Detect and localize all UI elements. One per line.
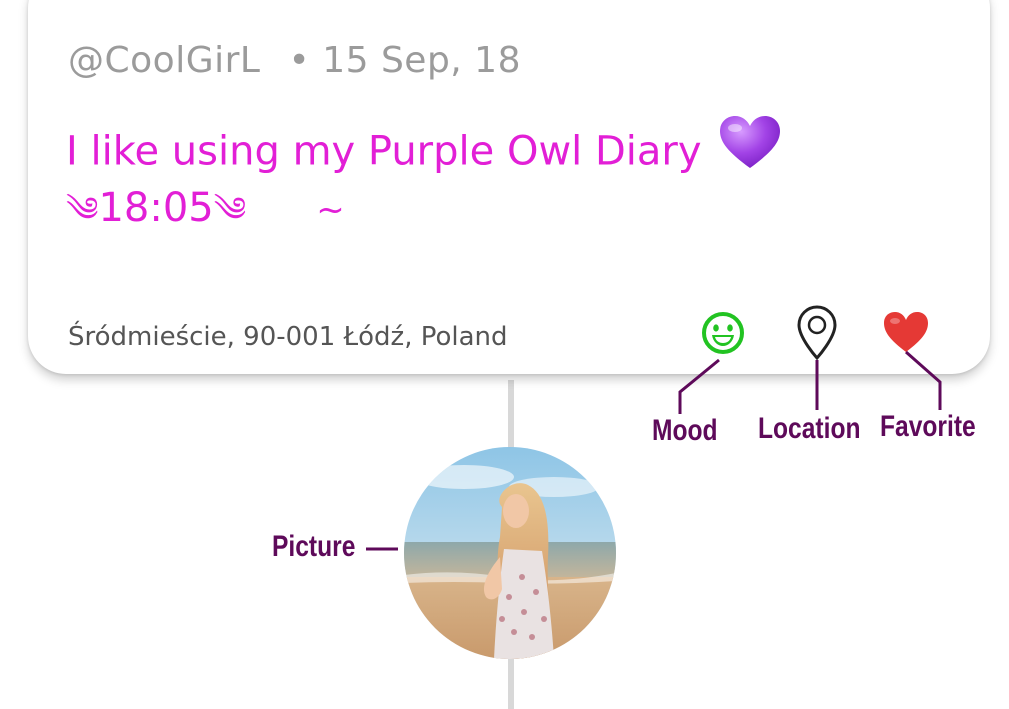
entry-text-content: I like using my Purple Owl Diary (66, 128, 702, 175)
meta-separator: • (288, 40, 311, 81)
tilde: ~ (316, 190, 345, 230)
map-pin-icon[interactable] (795, 304, 839, 366)
entry-username[interactable]: @CoolGirL (68, 40, 260, 81)
entry-text: I like using my Purple Owl Diary (66, 116, 782, 189)
smiley-face-icon[interactable] (700, 310, 746, 360)
entry-time-line: ༄18:05༄ ~ (66, 180, 345, 238)
mood-label: Mood (652, 414, 718, 447)
favorite-label: Favorite (880, 410, 976, 443)
picture-label: Picture (272, 530, 356, 563)
location-label: Location (758, 412, 861, 445)
purple-heart-icon (718, 114, 782, 185)
entry-meta: @CoolGirL • 15 Sep, 18 (68, 40, 521, 81)
flourish-right: ༄ (213, 190, 247, 230)
entry-picture[interactable] (404, 447, 616, 659)
flourish-left: ༄ (66, 190, 99, 230)
entry-date: 15 Sep, 18 (322, 40, 521, 81)
location-text: Śródmieście, 90-001 Łódź, Poland (68, 322, 508, 352)
heart-icon[interactable] (882, 310, 930, 358)
entry-time: 18:05 (98, 185, 214, 231)
